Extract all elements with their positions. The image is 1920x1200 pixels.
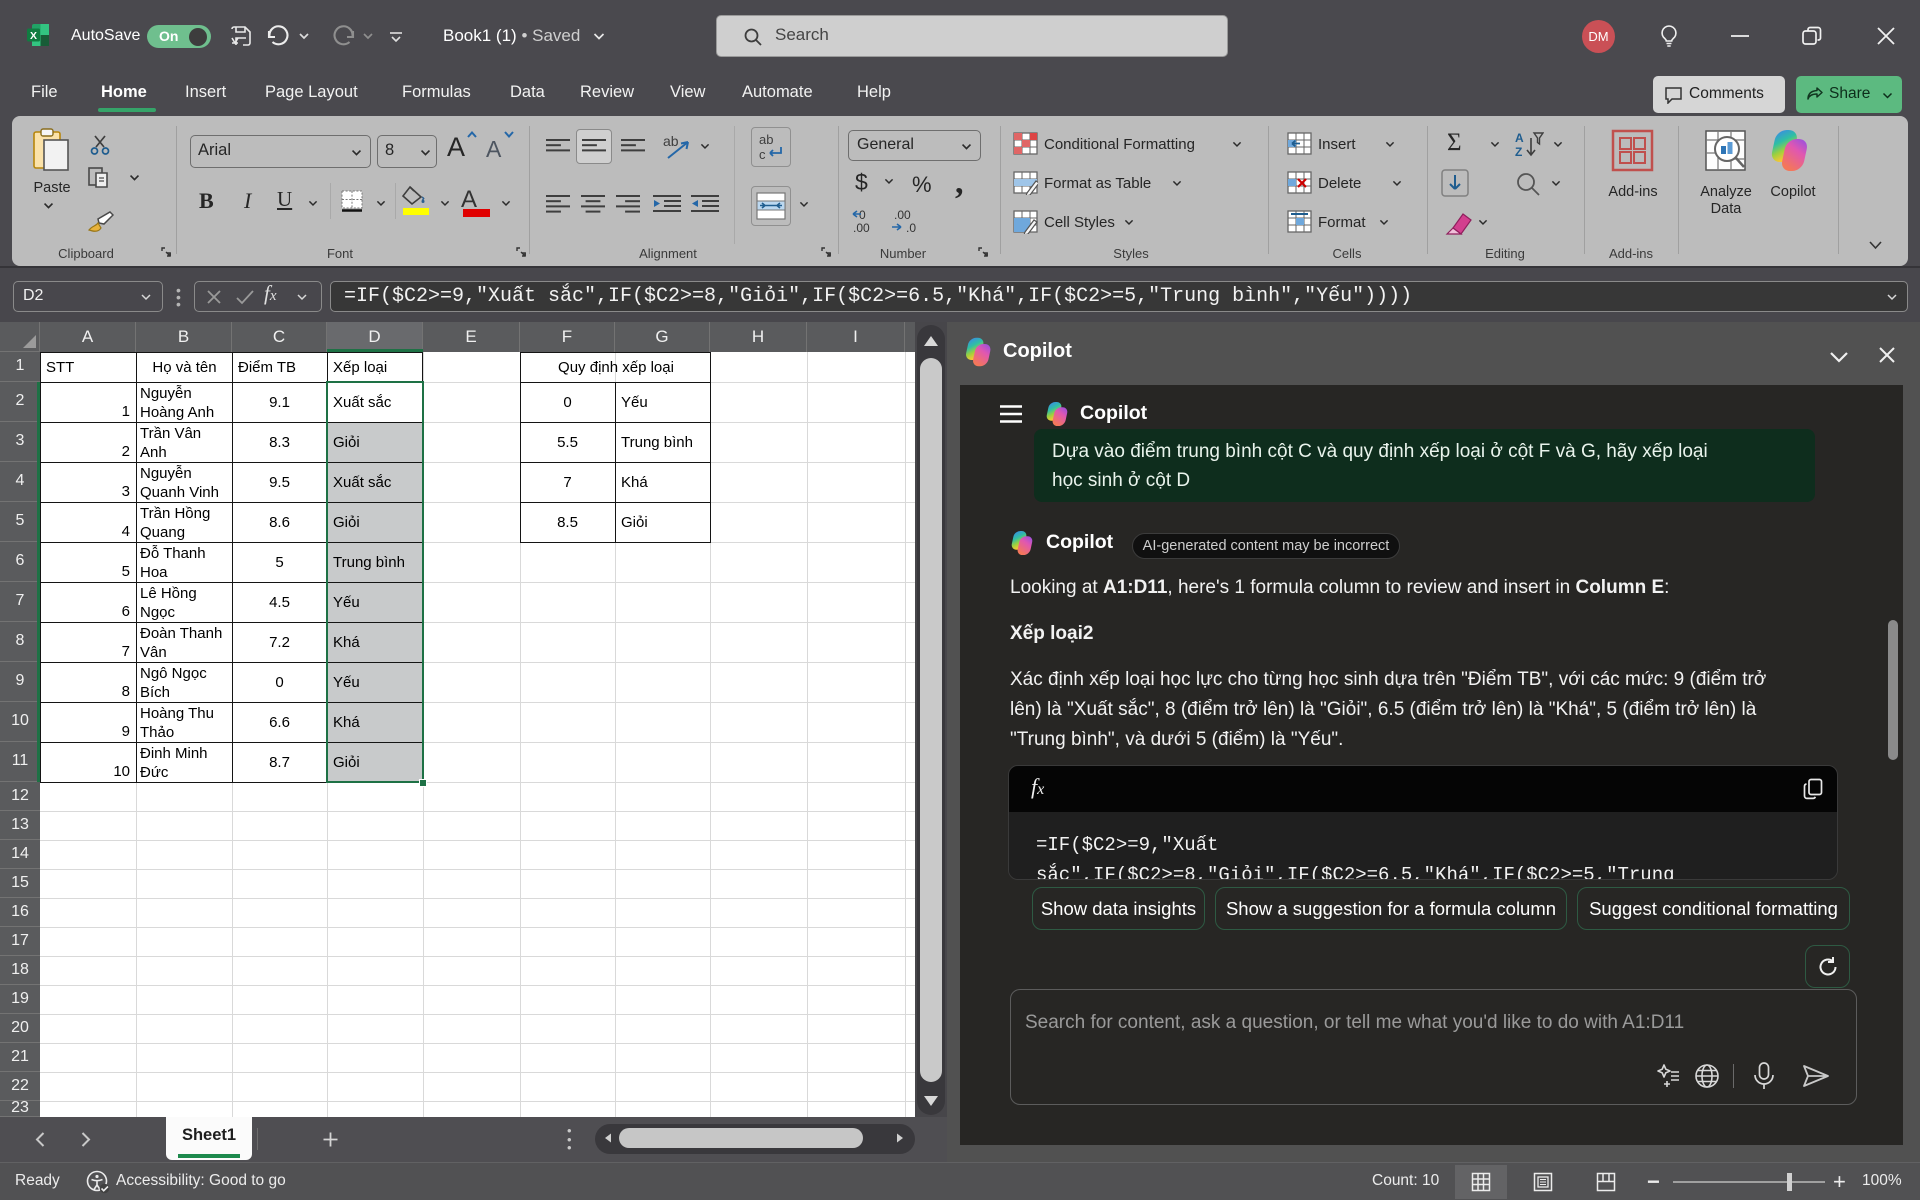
svg-text:c: c bbox=[759, 147, 766, 162]
svg-text:0: 0 bbox=[859, 208, 866, 222]
svg-text:.00: .00 bbox=[894, 208, 911, 222]
svg-text:.0: .0 bbox=[906, 221, 916, 234]
svg-text:Z: Z bbox=[1515, 145, 1522, 158]
svg-text:ab: ab bbox=[759, 132, 773, 147]
svg-text:X: X bbox=[30, 30, 37, 42]
svg-text:A: A bbox=[1515, 131, 1524, 145]
svg-text:.00: .00 bbox=[853, 221, 870, 234]
svg-text:ab: ab bbox=[663, 133, 679, 149]
